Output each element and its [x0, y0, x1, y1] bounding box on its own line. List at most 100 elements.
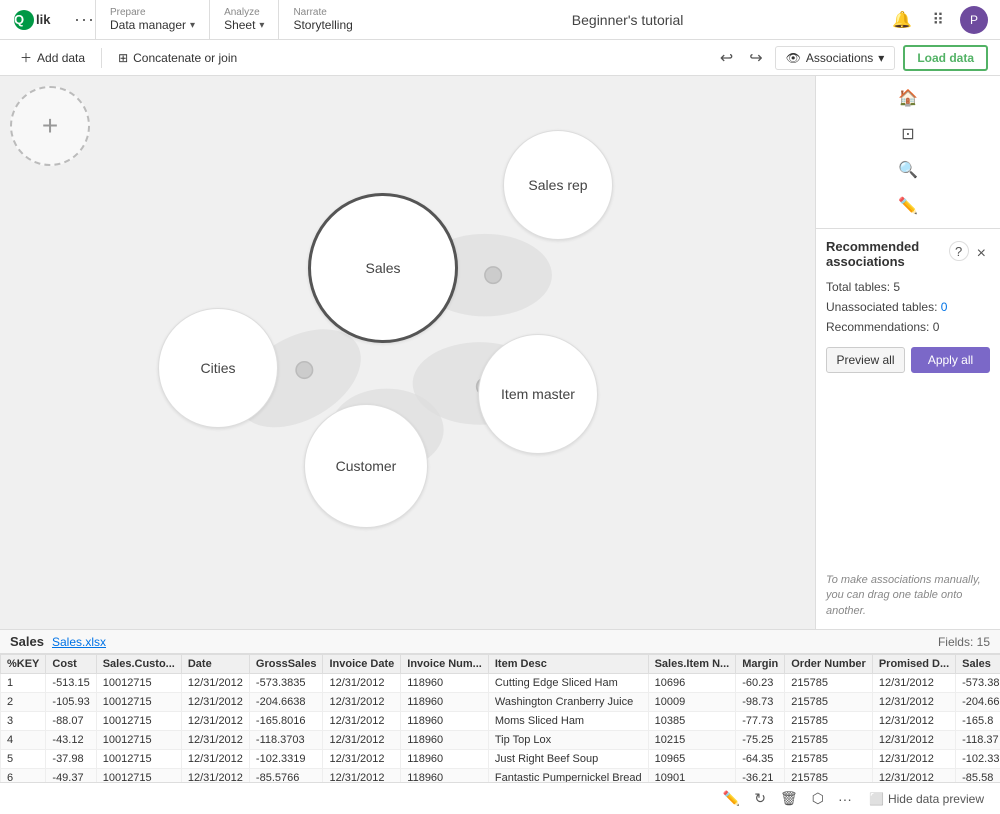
right-side-panel: 🏠 ⊡ 🔍 ✏️ Recommended associations ? × To…	[815, 76, 1000, 629]
table-header: Item Desc	[488, 655, 648, 674]
narrate-label: Narrate	[293, 7, 352, 18]
preview-fields-count: Fields: 15	[938, 635, 990, 649]
add-data-circle[interactable]: +	[10, 86, 90, 166]
table-header: Cost	[46, 655, 96, 674]
load-data-button[interactable]: Load data	[903, 45, 988, 71]
preview-header: Sales Sales.xlsx Fields: 15	[0, 630, 1000, 654]
edit-table-icon[interactable]: ✏️	[720, 787, 743, 810]
assoc-chevron: ▾	[878, 51, 884, 65]
zoom-in-icon[interactable]: 🔍	[894, 156, 922, 184]
assoc-header-icons: ? ×	[949, 241, 990, 267]
zoom-fit-icon[interactable]: ⊡	[897, 120, 918, 148]
bubble-label-sales: Sales	[365, 260, 400, 276]
table-header: Invoice Num...	[401, 655, 489, 674]
prepare-section[interactable]: Prepare Data manager ▾	[95, 0, 209, 39]
table-header: Margin	[736, 655, 785, 674]
table-icon: ⊞	[118, 51, 128, 65]
header-more-btn[interactable]: ···	[74, 9, 95, 30]
assoc-panel: Recommended associations ? × Total table…	[816, 229, 1000, 629]
table-row: 2-105.931001271512/31/2012-204.663812/31…	[1, 693, 1000, 712]
table-header: Order Number	[785, 655, 873, 674]
preview-footer: ✏️ ↻ 🗑 ⬡ ··· ⬜ Hide data preview	[0, 782, 1000, 814]
logo-area: Q lik ···	[12, 8, 95, 32]
bubble-cities[interactable]: Cities	[158, 308, 278, 428]
table-row: 6-49.371001271512/31/2012-85.576612/31/2…	[1, 769, 1000, 783]
table-header: %KEY	[1, 655, 46, 674]
preview-source-link[interactable]: Sales.xlsx	[52, 635, 106, 649]
hide-preview-button[interactable]: ⬜ Hide data preview	[863, 789, 990, 809]
notifications-icon[interactable]: 🔔	[888, 6, 916, 34]
table-row: 5-37.981001271512/31/2012-102.331912/31/…	[1, 750, 1000, 769]
table-header: Date	[181, 655, 249, 674]
preview-title: Sales	[10, 634, 44, 649]
analyze-section[interactable]: Analyze Sheet ▾	[209, 0, 278, 39]
bubble-sales[interactable]: Sales	[308, 193, 458, 343]
edit-icon[interactable]: ✏️	[894, 192, 922, 220]
bubble-label-customer: Customer	[336, 458, 397, 474]
delete-icon[interactable]: 🗑	[777, 787, 801, 810]
assoc-close-button[interactable]: ×	[973, 241, 990, 267]
canvas-connectors	[0, 76, 815, 629]
undo-button[interactable]: ↩	[716, 44, 737, 72]
table-header: GrossSales	[249, 655, 323, 674]
add-plus-icon: +	[42, 110, 58, 142]
preview-thead: %KEYCostSales.Custo...DateGrossSalesInvo…	[1, 655, 1000, 674]
right-icon-bar: 🏠 ⊡ 🔍 ✏️	[816, 76, 1000, 229]
assoc-actions: Preview all Apply all	[826, 347, 990, 373]
assoc-note: To make associations manually, you can d…	[826, 573, 990, 619]
preview-table: %KEYCostSales.Custo...DateGrossSalesInvo…	[0, 654, 1000, 782]
redo-button[interactable]: ↪	[745, 44, 766, 72]
prepare-label: Prepare	[110, 7, 195, 18]
hide-preview-icon: ⬜	[869, 792, 884, 806]
grid-icon[interactable]: ⠿	[928, 6, 948, 34]
header-right: 🔔 ⠿ P	[888, 6, 988, 34]
bubble-label-item-master: Item master	[501, 386, 575, 402]
total-tables-stat: Total tables: 5	[826, 280, 990, 294]
bubble-item-master[interactable]: Item master	[478, 334, 598, 454]
concatenate-button[interactable]: ⊞ Concatenate or join	[110, 47, 245, 69]
table-header: Sales.Item N...	[648, 655, 736, 674]
unassoc-tables-stat: Unassociated tables: 0	[826, 300, 990, 314]
prepare-chevron: ▾	[190, 20, 195, 31]
qlik-logo: Q lik	[12, 8, 64, 32]
table-header: Promised D...	[872, 655, 955, 674]
preview-tbody: 1-513.151001271512/31/2012-573.383512/31…	[1, 674, 1000, 783]
header: Q lik ··· Prepare Data manager ▾ Analyze…	[0, 0, 1000, 40]
table-row: 4-43.121001271512/31/2012-118.370312/31/…	[1, 731, 1000, 750]
data-preview-panel: Sales Sales.xlsx Fields: 15 %KEYCostSale…	[0, 629, 1000, 814]
recommendations-stat: Recommendations: 0	[826, 320, 990, 334]
toolbar: ＋ Add data ⊞ Concatenate or join ↩ ↪ 👁 A…	[0, 40, 1000, 76]
toolbar-separator	[101, 48, 102, 68]
page-title: Beginner's tutorial	[367, 12, 889, 28]
assoc-panel-title: Recommended associations	[826, 239, 949, 269]
table-row: 3-88.071001271512/31/2012-165.801612/31/…	[1, 712, 1000, 731]
refresh-icon[interactable]: ↻	[751, 787, 769, 810]
plus-icon: ＋	[20, 49, 32, 66]
assoc-panel-header: Recommended associations ? ×	[826, 239, 990, 269]
narrate-section[interactable]: Narrate Storytelling	[278, 0, 366, 39]
avatar[interactable]: P	[960, 6, 988, 34]
table-row: 1-513.151001271512/31/2012-573.383512/31…	[1, 674, 1000, 693]
eye-icon: 👁	[786, 51, 801, 65]
table-header: Invoice Date	[323, 655, 401, 674]
table-header: Sales	[956, 655, 1000, 674]
apply-all-button[interactable]: Apply all	[911, 347, 990, 373]
more-icon[interactable]: ···	[835, 788, 855, 810]
bubble-label-cities: Cities	[200, 360, 235, 376]
preview-table-wrap[interactable]: %KEYCostSales.Custo...DateGrossSalesInvo…	[0, 654, 1000, 782]
associations-button[interactable]: 👁 Associations ▾	[775, 46, 896, 70]
preview-all-button[interactable]: Preview all	[826, 347, 905, 373]
main-area: + Sales Sales rep Cities Item master Custome…	[0, 76, 1000, 629]
bubble-label-sales-rep: Sales rep	[528, 177, 587, 193]
add-data-button[interactable]: ＋ Add data	[12, 45, 93, 70]
bubble-customer[interactable]: Customer	[304, 404, 428, 528]
settings-icon[interactable]: ⬡	[809, 787, 827, 810]
narrate-value: Storytelling	[293, 18, 352, 32]
bubble-sales-rep[interactable]: Sales rep	[503, 130, 613, 240]
assoc-help-button[interactable]: ?	[949, 241, 969, 261]
table-header: Sales.Custo...	[96, 655, 181, 674]
analyze-value: Sheet ▾	[224, 18, 264, 32]
prepare-value: Data manager ▾	[110, 18, 195, 32]
home-icon[interactable]: 🏠	[894, 84, 922, 112]
svg-text:Q: Q	[14, 12, 24, 27]
